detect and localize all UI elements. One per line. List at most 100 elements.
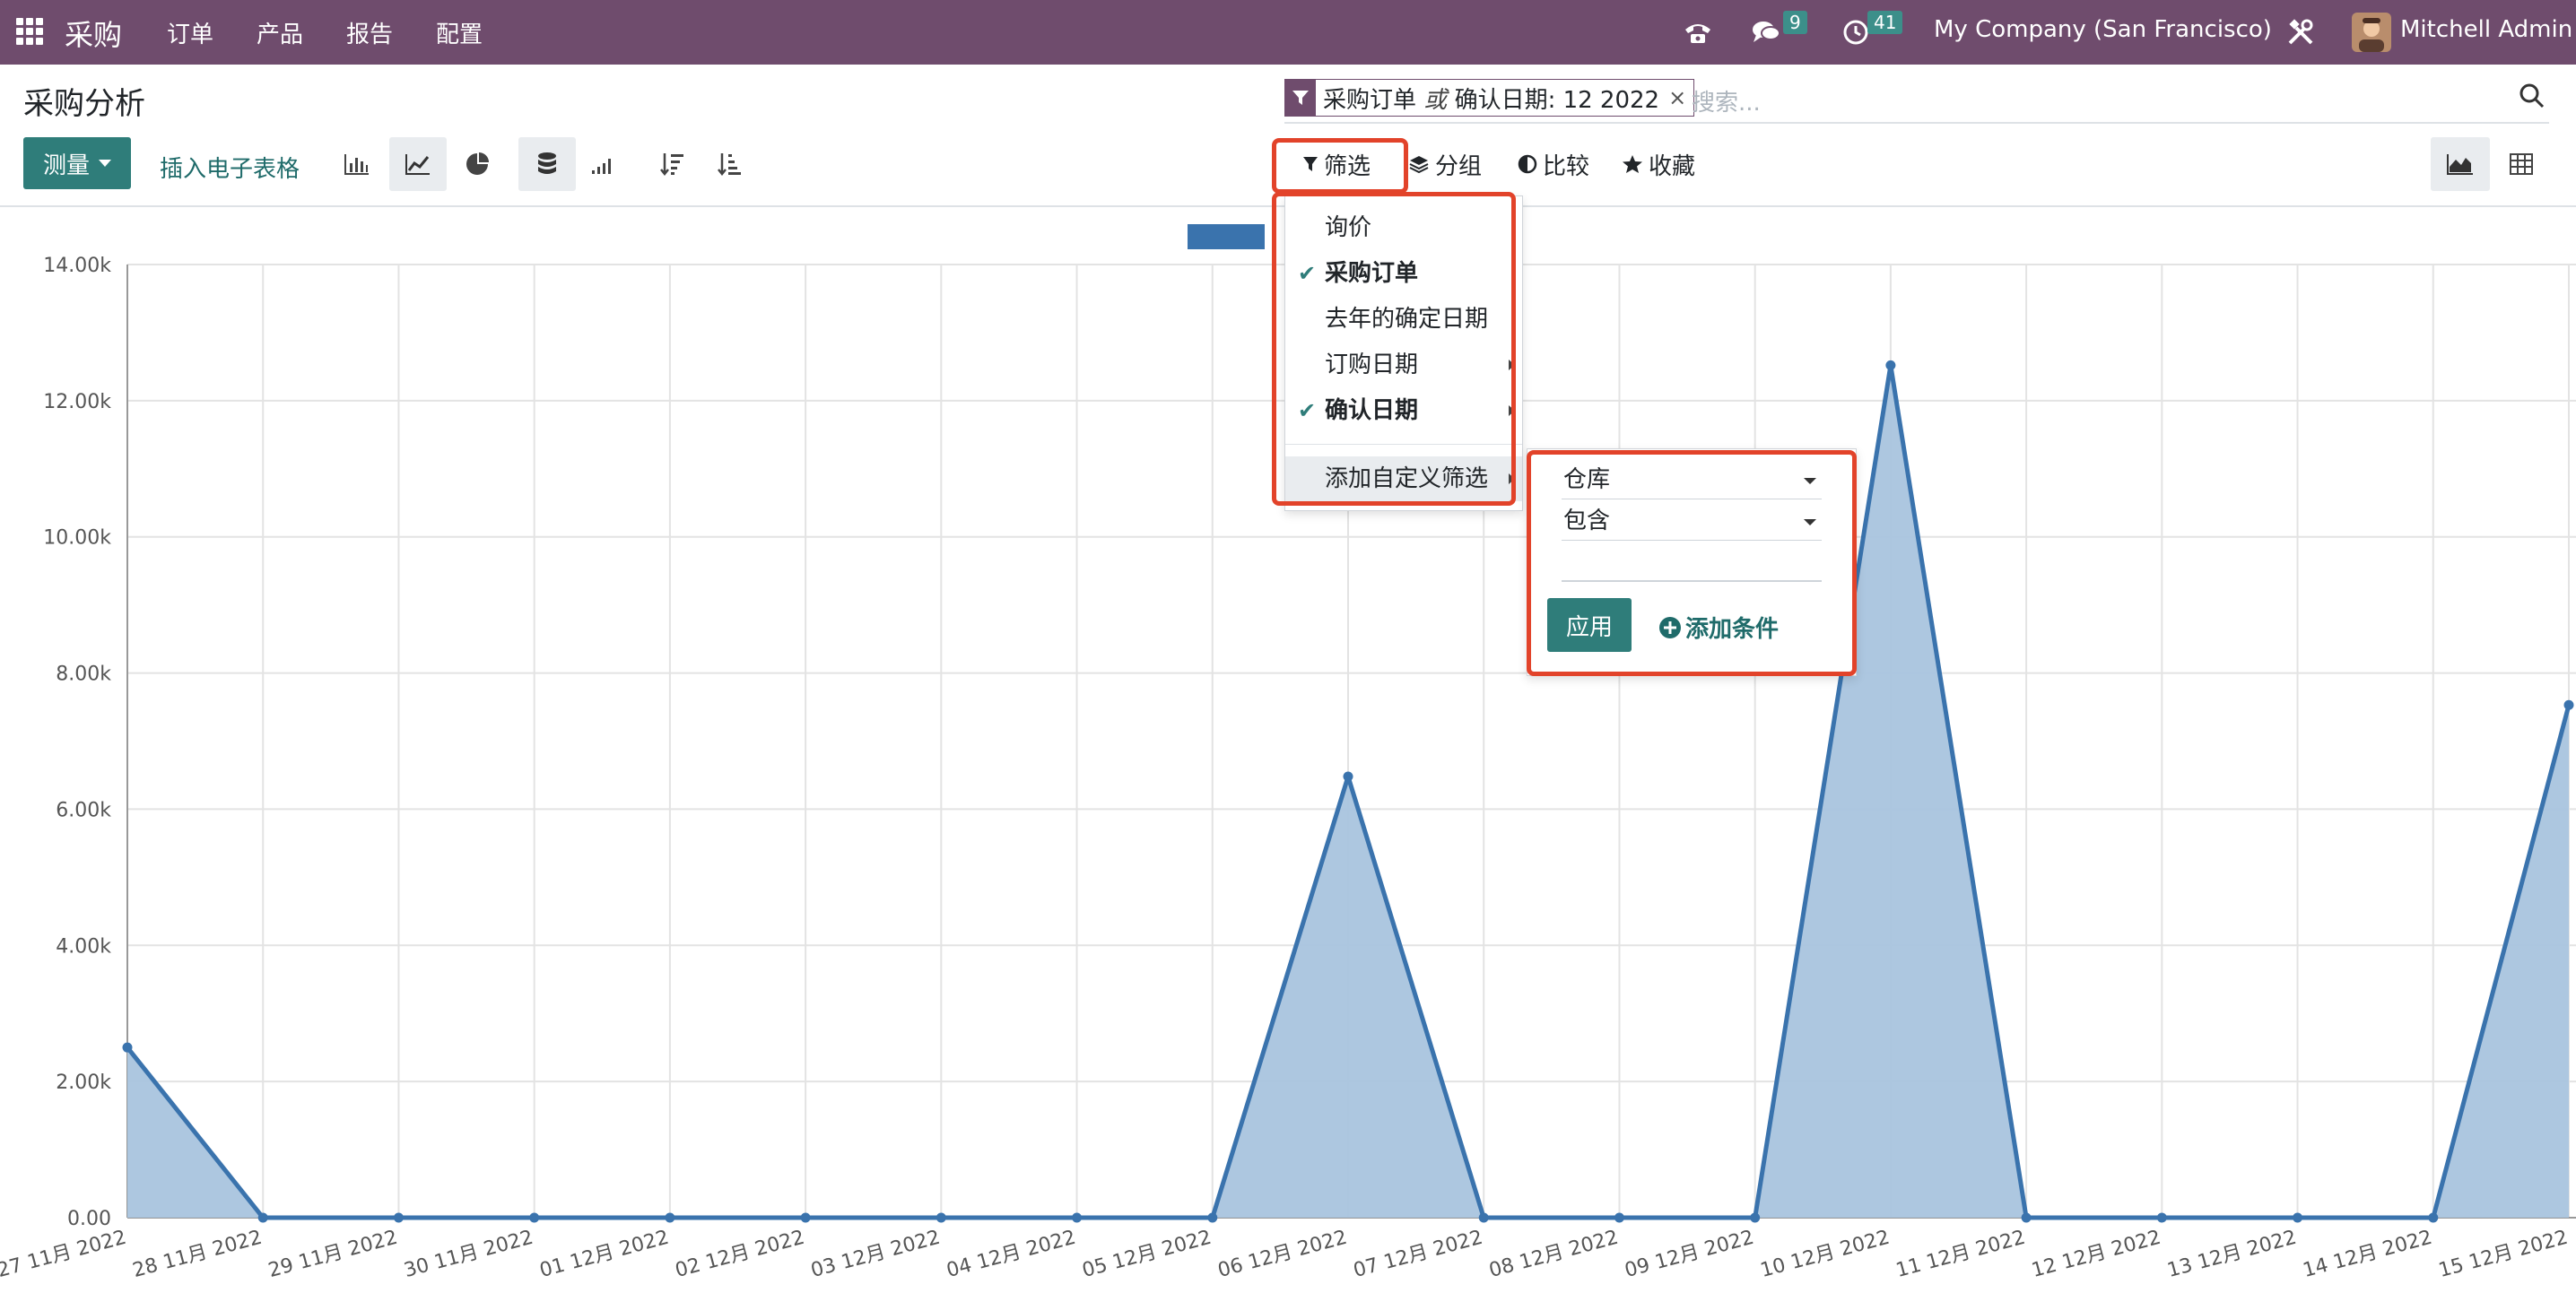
line-chart-icon [405, 154, 430, 175]
page-title: 采购分析 [23, 86, 145, 122]
y-tick-label: 4.00k [56, 935, 111, 958]
data-point [2293, 1212, 2303, 1223]
y-tick-label: 8.00k [56, 664, 111, 686]
y-tick-label: 0.00 [67, 1208, 111, 1230]
company-switcher[interactable]: My Company (San Francisco) [1934, 16, 2272, 43]
database-stack-icon [538, 152, 556, 174]
debug-tools-icon[interactable] [2285, 0, 2316, 65]
menu-configuration[interactable]: 配置 [436, 16, 483, 49]
measures-dropdown-button[interactable]: 测量 [23, 137, 131, 189]
messages-badge: 9 [1783, 11, 1807, 34]
signal-bars-icon [592, 159, 611, 174]
facet-remove-icon[interactable]: × [1667, 85, 1693, 110]
highlight-filter-menu [1272, 192, 1516, 506]
y-tick-label: 14.00k [43, 255, 111, 277]
data-point [1750, 1212, 1761, 1223]
apps-menu-icon[interactable] [16, 18, 43, 45]
stacked-button[interactable] [518, 137, 576, 191]
pie-chart-icon [466, 152, 489, 175]
bar-chart-icon [344, 154, 369, 175]
x-tick-label: 13 12月 2022 [2165, 1227, 2299, 1282]
pivot-view-button[interactable] [2492, 137, 2551, 191]
x-tick-label: 10 12月 2022 [1758, 1227, 1892, 1282]
data-point [1207, 1212, 1218, 1223]
half-circle-icon [1518, 154, 1537, 174]
compare-button[interactable]: 比较 [1518, 143, 1589, 185]
y-tick-label: 12.00k [43, 391, 111, 413]
x-tick-label: 28 11月 2022 [130, 1227, 264, 1282]
data-point [1343, 771, 1353, 782]
data-point [529, 1212, 540, 1223]
area-chart-icon [2447, 154, 2473, 175]
x-tick-label: 15 12月 2022 [2436, 1227, 2570, 1282]
data-point [257, 1212, 268, 1223]
x-tick-label: 30 11月 2022 [402, 1227, 535, 1282]
app-name[interactable]: 采购 [65, 13, 122, 54]
user-avatar[interactable] [2352, 0, 2391, 65]
data-point [800, 1212, 811, 1223]
highlight-custom-filter [1527, 450, 1857, 676]
menu-orders[interactable]: 订单 [167, 16, 213, 49]
top-navbar: 采购 订单 产品 报告 配置 9 41 My Company (San Fran… [0, 0, 2576, 65]
data-point [1614, 1212, 1624, 1223]
x-tick-label: 06 12月 2022 [1215, 1227, 1349, 1282]
data-point [2021, 1212, 2032, 1223]
data-point [393, 1212, 404, 1223]
compare-label: 比较 [1543, 152, 1590, 180]
activities-clock-icon[interactable] [1842, 0, 1869, 65]
data-point [665, 1212, 675, 1223]
x-tick-label: 08 12月 2022 [1487, 1227, 1621, 1282]
y-tick-label: 10.00k [43, 527, 111, 550]
sort-ascending-button[interactable] [701, 137, 759, 191]
data-point [1072, 1212, 1083, 1223]
groupby-label: 分组 [1435, 152, 1483, 180]
activities-badge: 41 [1867, 11, 1903, 34]
data-point [936, 1212, 946, 1223]
graph-view-button[interactable] [2431, 137, 2490, 191]
messages-icon[interactable] [1751, 0, 1781, 65]
x-tick-label: 14 12月 2022 [2301, 1227, 2434, 1282]
bar-chart-button[interactable] [328, 137, 386, 191]
search-facet: 采购订单 或 确认日期: 12 2022 × [1284, 79, 1695, 117]
favorites-label: 收藏 [1649, 152, 1696, 180]
data-point [2428, 1212, 2439, 1223]
highlight-filter-button [1272, 138, 1408, 194]
search-bar: 采购订单 或 确认日期: 12 2022 × 搜索... [1284, 77, 2549, 124]
x-tick-label: 11 12月 2022 [1893, 1227, 2027, 1282]
table-icon [2510, 153, 2533, 175]
insert-in-spreadsheet-button[interactable]: 插入电子表格 [160, 151, 300, 184]
y-tick-label: 6.00k [56, 799, 111, 821]
search-input[interactable]: 搜索... [1692, 84, 1761, 117]
data-point [2156, 1212, 2167, 1223]
menu-reporting[interactable]: 报告 [346, 16, 393, 49]
x-tick-label: 12 12月 2022 [2029, 1227, 2163, 1282]
sort-descending-button[interactable] [644, 137, 701, 191]
x-tick-label: 01 12月 2022 [537, 1227, 671, 1282]
measures-label: 测量 [42, 152, 90, 179]
legend-swatch [1188, 224, 1265, 249]
facet-value: 采购订单 或 确认日期: 12 2022 [1323, 86, 1660, 114]
x-tick-label: 09 12月 2022 [1623, 1227, 1756, 1282]
filter-funnel-icon [1285, 79, 1316, 117]
groupby-button[interactable]: 分组 [1408, 143, 1482, 185]
data-point [2563, 699, 2574, 710]
data-point [122, 1042, 133, 1053]
cumulative-button[interactable] [574, 137, 631, 191]
pie-chart-button[interactable] [448, 137, 506, 191]
x-tick-label: 04 12月 2022 [944, 1227, 1078, 1282]
user-menu[interactable]: Mitchell Admin [2400, 16, 2572, 43]
search-icon[interactable] [2519, 82, 2546, 113]
y-tick-label: 2.00k [56, 1072, 111, 1094]
caret-down-icon [99, 160, 111, 167]
phone-icon[interactable] [1683, 0, 1713, 65]
star-icon [1623, 155, 1642, 173]
line-chart-button[interactable] [389, 137, 447, 191]
menu-products[interactable]: 产品 [257, 16, 303, 49]
x-tick-label: 05 12月 2022 [1080, 1227, 1214, 1282]
layers-icon [1409, 156, 1429, 174]
favorites-button[interactable]: 收藏 [1622, 143, 1695, 185]
sort-descending-icon [660, 153, 683, 177]
x-tick-label: 02 12月 2022 [673, 1227, 806, 1282]
x-tick-label: 27 11月 2022 [0, 1227, 129, 1282]
x-tick-label: 29 11月 2022 [266, 1227, 400, 1282]
